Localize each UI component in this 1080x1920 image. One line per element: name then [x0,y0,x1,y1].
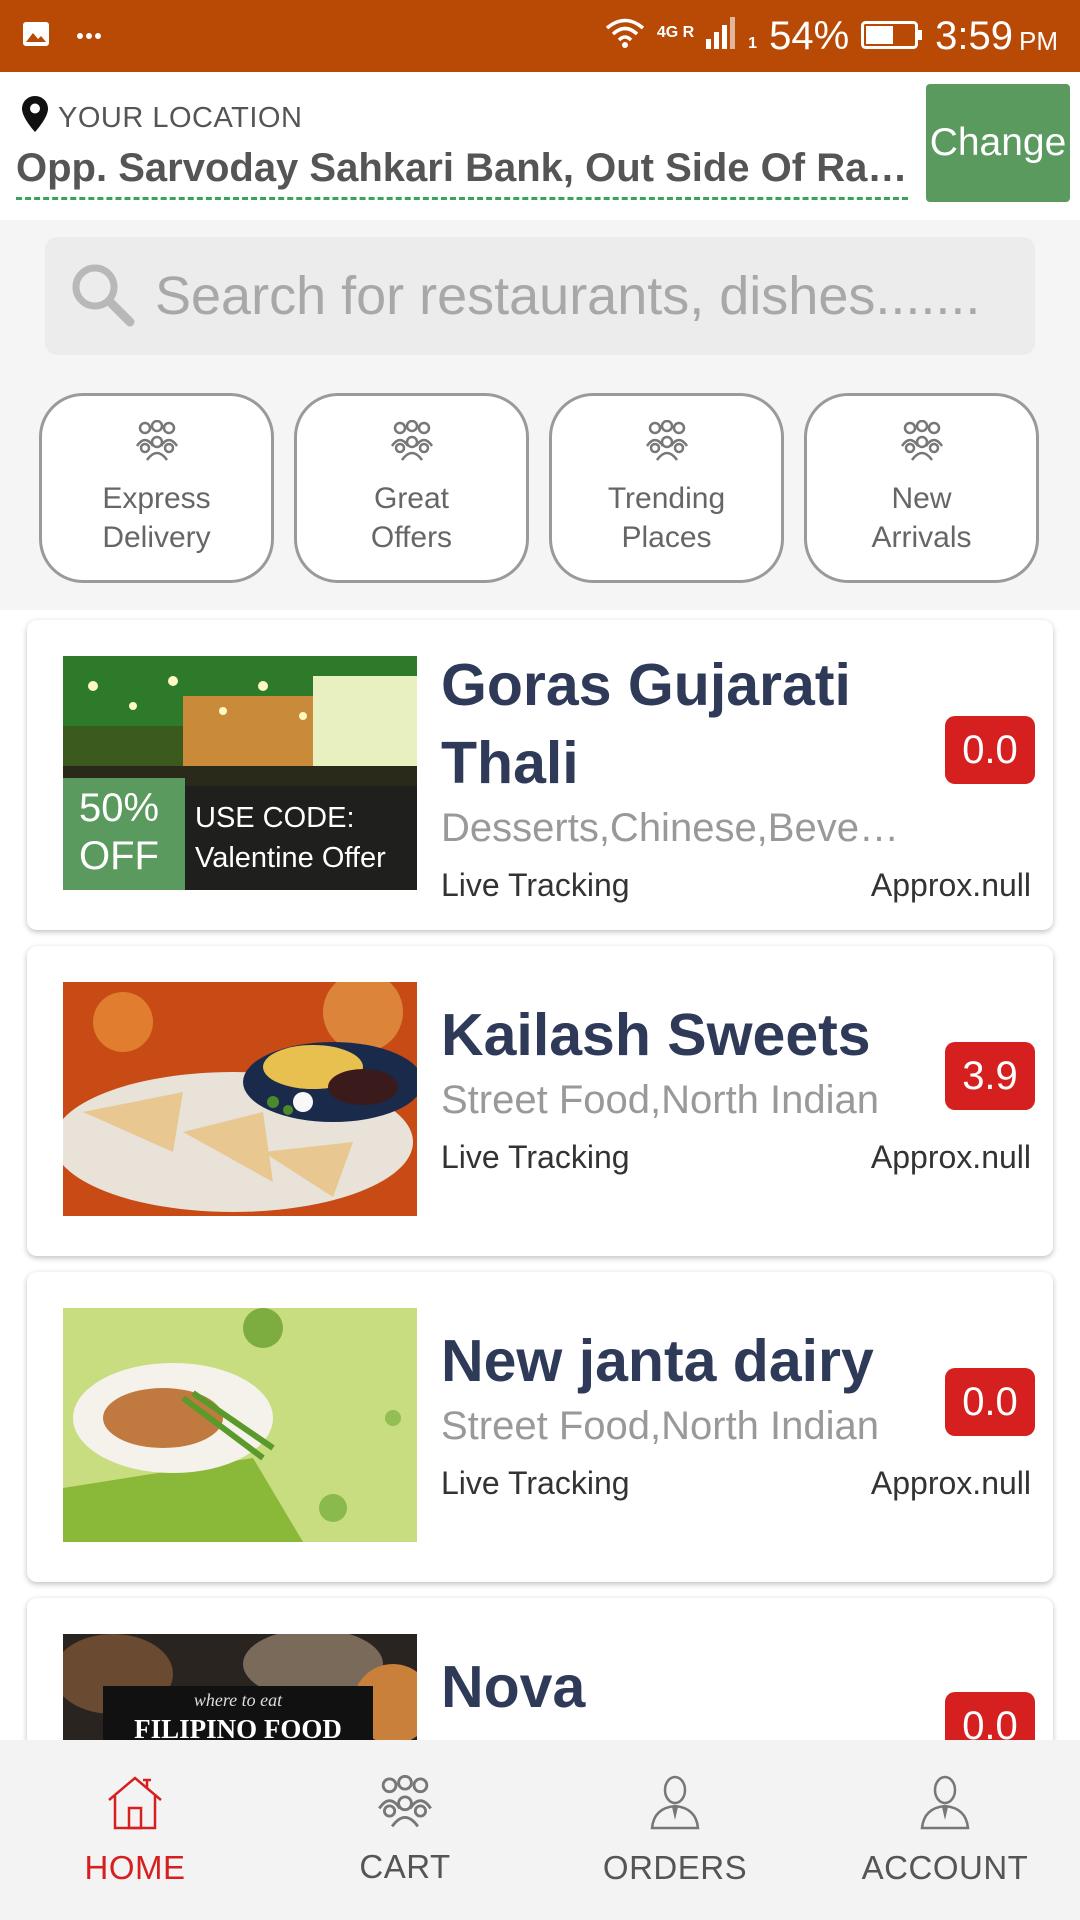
group-icon [374,1774,436,1834]
restaurant-name: Nova Restaurant [441,1654,749,1740]
battery-percent: 54% [769,13,850,58]
image-icon [22,21,50,52]
restaurant-card[interactable]: where to eat FILIPINO FOOD Nova Restaura… [27,1598,1053,1740]
group-icon [133,419,181,467]
image-caption-small: where to eat [193,1690,283,1710]
approx-time: Approx.null [870,1139,1031,1175]
approx-time: Approx.null [870,1465,1031,1501]
live-tracking-label: Live Tracking [441,867,630,903]
nav-label: HOME [84,1848,186,1886]
nav-account[interactable]: ACCOUNT [810,1740,1080,1920]
restaurant-card[interactable]: Kailash Sweets Street Food,North Indian … [27,946,1053,1256]
nav-label: ACCOUNT [861,1848,1029,1886]
sim-number: 1 [748,34,758,52]
nav-orders[interactable]: ORDERS [540,1740,810,1920]
rating-badge: 3.9 [945,1042,1035,1110]
category-label: Trending Places [607,481,726,554]
image-caption-large: FILIPINO FOOD [134,1714,342,1740]
restaurant-image: 50% OFF USE CODE: Valentine Offer [63,656,417,890]
signal-icon [706,14,736,59]
promo-code-banner: USE CODE: Valentine Offer [185,786,417,890]
live-tracking-label: Live Tracking [441,1465,630,1501]
battery-icon [861,14,923,59]
clock-time: 3:59 [935,13,1013,58]
nav-cart[interactable]: CART [270,1740,540,1920]
restaurant-cuisine: Desserts,Chinese,Beverages [441,806,911,850]
restaurant-name: New janta dairy [441,1328,874,1394]
restaurant-name: Goras Gujarati Thali [441,652,851,796]
promo-code-label: USE CODE: [195,802,355,834]
person-icon [650,1774,700,1835]
more-dots-icon [76,27,102,45]
group-icon [898,419,946,467]
category-great-offers[interactable]: Great Offers [294,393,529,583]
nav-label: ORDERS [602,1848,748,1886]
restaurant-meta: Live Tracking Approx.null [441,1139,1031,1176]
restaurant-info: Nova Restaurant [441,1624,1031,1740]
change-location-button[interactable]: Change [926,84,1070,202]
nav-home[interactable]: HOME [0,1740,270,1920]
network-type: 4G R [656,23,695,41]
clock-ampm: PM [1019,25,1058,56]
home-icon [105,1774,165,1835]
search-icon [69,261,135,332]
nav-label: CART [359,1847,451,1885]
wifi-icon [605,14,645,59]
search-input[interactable]: Search for restaurants, dishes....... [155,265,980,327]
group-icon [388,419,436,467]
location-label-row: YOUR LOCATION [22,96,302,140]
restaurant-info: Kailash Sweets Street Food,North Indian … [441,972,1031,1234]
rating-badge: 0.0 [945,716,1035,784]
category-label: Express Delivery [102,481,211,554]
location-address[interactable]: Opp. Sarvoday Sahkari Bank, Out Side Of … [16,146,908,200]
location-header: YOUR LOCATION Opp. Sarvoday Sahkari Bank… [0,72,1080,220]
restaurant-card[interactable]: 50% OFF USE CODE: Valentine Offer Goras … [27,620,1053,930]
restaurant-card[interactable]: New janta dairy Street Food,North Indian… [27,1272,1053,1582]
rating-badge: 0.0 [945,1368,1035,1436]
search-bar[interactable]: Search for restaurants, dishes....... [45,237,1035,355]
rating-badge: 0.0 [945,1692,1035,1740]
restaurant-meta: Live Tracking Approx.null [441,1465,1031,1502]
bottom-navigation: HOME CART ORDERS ACCOUNT [0,1740,1080,1920]
restaurant-meta: Live Tracking Approx.null [441,867,1031,904]
category-chips: Express Delivery Great Offers Trending P… [39,393,1041,583]
category-label: New Arrivals [871,481,972,554]
status-bar: 4G R 1 54% 3:59 PM [0,0,1080,72]
restaurant-info: New janta dairy Street Food,North Indian… [441,1298,1031,1560]
location-pin-icon [22,96,48,140]
restaurant-image [63,1308,417,1542]
category-new-arrivals[interactable]: New Arrivals [804,393,1039,583]
restaurant-info: Goras Gujarati Thali Desserts,Chinese,Be… [441,646,1031,908]
live-tracking-label: Live Tracking [441,1139,630,1175]
category-label: Great Offers [370,481,453,554]
group-icon [643,419,691,467]
restaurant-cuisine: Street Food,North Indian [441,1078,880,1122]
discount-badge: 50% OFF [63,778,185,890]
category-trending-places[interactable]: Trending Places [549,393,784,583]
promo-code-value: Valentine Offer [195,842,386,874]
restaurant-image: where to eat FILIPINO FOOD [63,1634,417,1740]
location-label: YOUR LOCATION [58,101,303,134]
category-express-delivery[interactable]: Express Delivery [39,393,274,583]
restaurant-cuisine: Street Food,North Indian [441,1404,880,1448]
person-icon [920,1774,970,1835]
restaurant-list[interactable]: 50% OFF USE CODE: Valentine Offer Goras … [0,610,1080,1740]
restaurant-image [63,982,417,1216]
approx-time: Approx.null [870,867,1031,903]
restaurant-name: Kailash Sweets [441,1002,871,1068]
